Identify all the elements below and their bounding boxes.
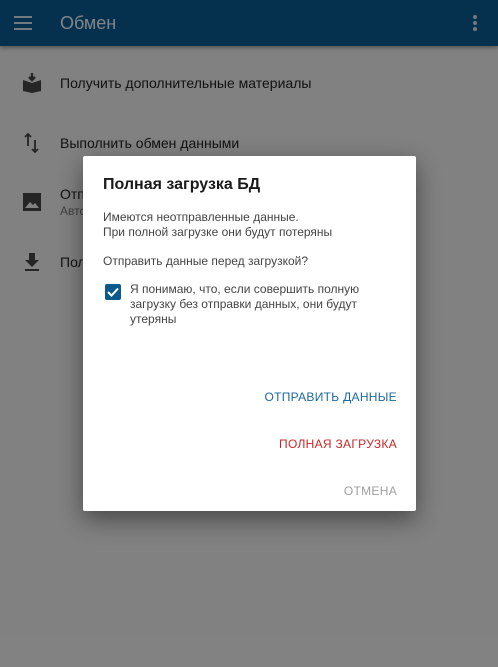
dialog-message-line2: При полной загрузке они будут потеряны — [103, 225, 333, 239]
dialog-message-line1: Имеются неотправленные данные. — [103, 210, 299, 224]
full-load-button[interactable]: ПОЛНАЯ ЗАГРУЗКА — [279, 437, 397, 451]
dialog-message: Имеются неотправленные данные. При полно… — [103, 210, 393, 240]
dialog-title: Полная загрузка БД — [103, 176, 261, 193]
full-db-load-dialog: Полная загрузка БД Имеются неотправленны… — [83, 156, 416, 511]
acknowledge-checkbox[interactable] — [105, 284, 121, 300]
cancel-button[interactable]: ОТМЕНА — [344, 484, 397, 498]
acknowledge-checkbox-row[interactable]: Я понимаю, что, если совершить полную за… — [103, 282, 398, 327]
checkmark-icon — [107, 287, 119, 297]
acknowledge-checkbox-label: Я понимаю, что, если совершить полную за… — [130, 282, 360, 326]
dialog-question: Отправить данные перед загрузкой? — [103, 254, 309, 268]
send-data-button[interactable]: ОТПРАВИТЬ ДАННЫЕ — [264, 390, 397, 404]
